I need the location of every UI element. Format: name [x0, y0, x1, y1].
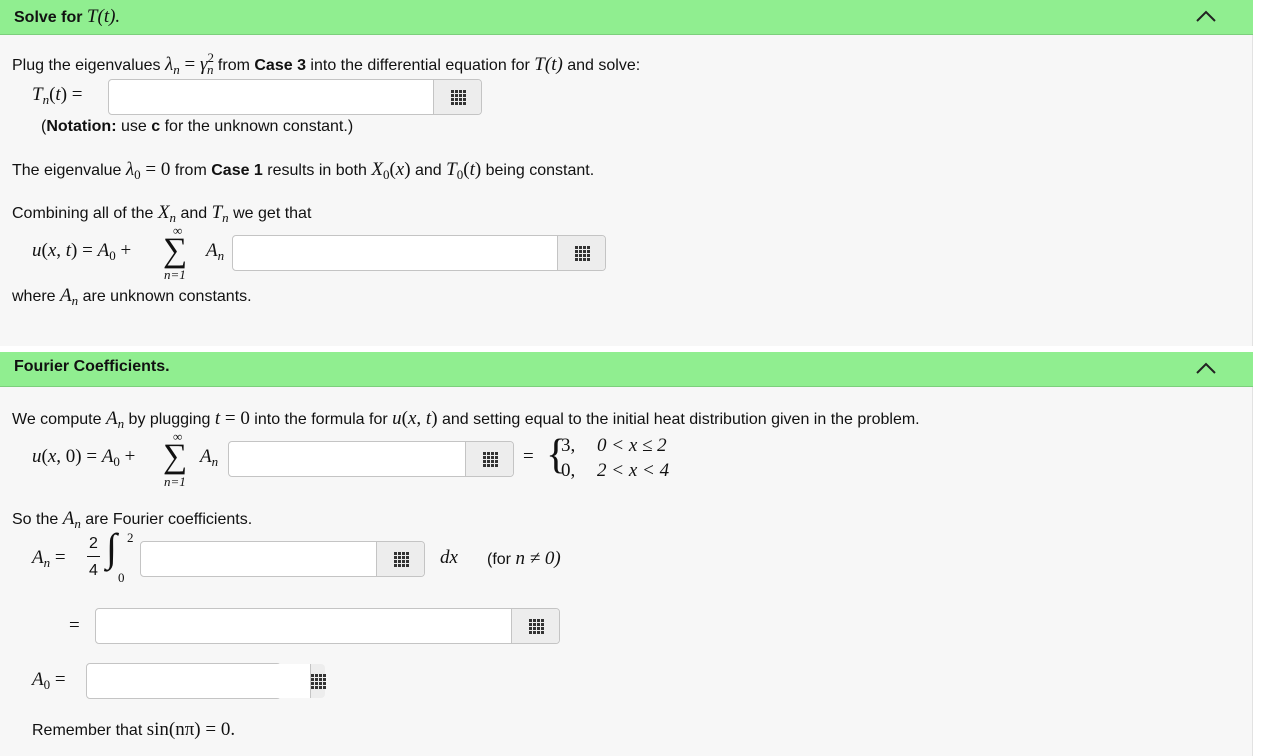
sigma-symbol: ∑	[163, 438, 188, 475]
eigenvalue-zero-text: The eigenvalue λ0 = 0 from Case 1 result…	[12, 159, 595, 182]
fourier-keypad-button[interactable]	[465, 442, 513, 476]
tn-answer-field[interactable]	[108, 79, 482, 115]
sum-lower-limit: n=1	[164, 267, 186, 282]
tn-label: Tn(t) =	[32, 84, 83, 107]
fourier-series-lhs: u(x, 0) = A0 +	[32, 446, 136, 469]
fourier-header[interactable]: Fourier Coefficients.	[0, 352, 1253, 387]
so-the-an-text: So the An are Fourier coefficients.	[12, 508, 253, 531]
series-term-input[interactable]	[233, 236, 557, 270]
a0-keypad-button[interactable]	[310, 664, 326, 698]
fraction-denominator: 4	[89, 562, 98, 579]
a0-input[interactable]	[87, 664, 310, 698]
equals-sign: =	[523, 446, 534, 467]
fraction-numerator: 2	[89, 535, 98, 552]
an-lhs: An =	[32, 547, 66, 570]
an-result-field[interactable]	[95, 608, 560, 644]
piece-1-condition: 0 < x ≤ 2	[597, 435, 667, 456]
series-lhs: u(x, t) = A0 +	[32, 240, 132, 263]
series-term-field[interactable]	[232, 235, 606, 271]
fraction-bar	[87, 556, 100, 557]
plug-eigenvalues-text: Plug the eigenvalues λn = γ2n from Case …	[12, 50, 641, 77]
integral-lower-limit: 0	[118, 570, 125, 585]
tn-keypad-button[interactable]	[433, 80, 481, 114]
keypad-grid-icon	[482, 452, 498, 467]
tn-input[interactable]	[109, 80, 433, 114]
integrand-keypad-button[interactable]	[376, 542, 424, 576]
keypad-grid-icon	[311, 674, 326, 689]
dx-label: dx	[440, 547, 458, 568]
sum-lower-limit: n=1	[164, 474, 186, 489]
keypad-grid-icon	[528, 619, 544, 634]
piece-1-value: 3,	[561, 435, 576, 456]
piece-2-value: 0,	[561, 460, 576, 481]
fourier-term-field[interactable]	[228, 441, 514, 477]
a0-lhs: A0 =	[32, 669, 66, 692]
keypad-grid-icon	[393, 552, 409, 567]
fourier-coefficient: An	[200, 446, 219, 469]
integrand-field[interactable]	[140, 541, 425, 577]
where-text: where An are unknown constants.	[12, 285, 252, 308]
keypad-grid-icon	[574, 246, 590, 261]
fourier-header-title: Fourier Coefficients.	[14, 358, 170, 375]
for-n-note: (for n ≠ 0)	[487, 548, 561, 569]
piece-2-condition: 2 < x < 4	[597, 460, 670, 481]
series-keypad-button[interactable]	[557, 236, 605, 270]
solve-header-title: Solve for T(t).	[14, 6, 121, 27]
combining-text: Combining all of the Xn and Tn we get th…	[12, 202, 312, 225]
fourier-term-input[interactable]	[229, 442, 465, 476]
compute-an-text: We compute An by plugging t = 0 into the…	[12, 408, 920, 431]
collapse-chevron-icon[interactable]	[1195, 358, 1217, 378]
integrand-input[interactable]	[141, 542, 376, 576]
keypad-grid-icon	[450, 90, 466, 105]
equals-sign: =	[69, 615, 80, 636]
an-result-keypad-button[interactable]	[511, 609, 559, 643]
collapse-chevron-icon[interactable]	[1195, 6, 1217, 26]
remember-text: Remember that sin(nπ) = 0.	[32, 719, 236, 740]
notation-text: (Notation: use c for the unknown constan…	[41, 118, 354, 135]
a0-field[interactable]	[86, 663, 326, 699]
sigma-symbol: ∑	[163, 232, 188, 269]
integral-upper-limit: 2	[127, 530, 134, 545]
an-result-input[interactable]	[96, 609, 511, 643]
solve-header[interactable]: Solve for T(t).	[0, 0, 1253, 35]
series-coefficient: An	[206, 240, 225, 263]
integral-symbol: ∫	[106, 525, 117, 570]
